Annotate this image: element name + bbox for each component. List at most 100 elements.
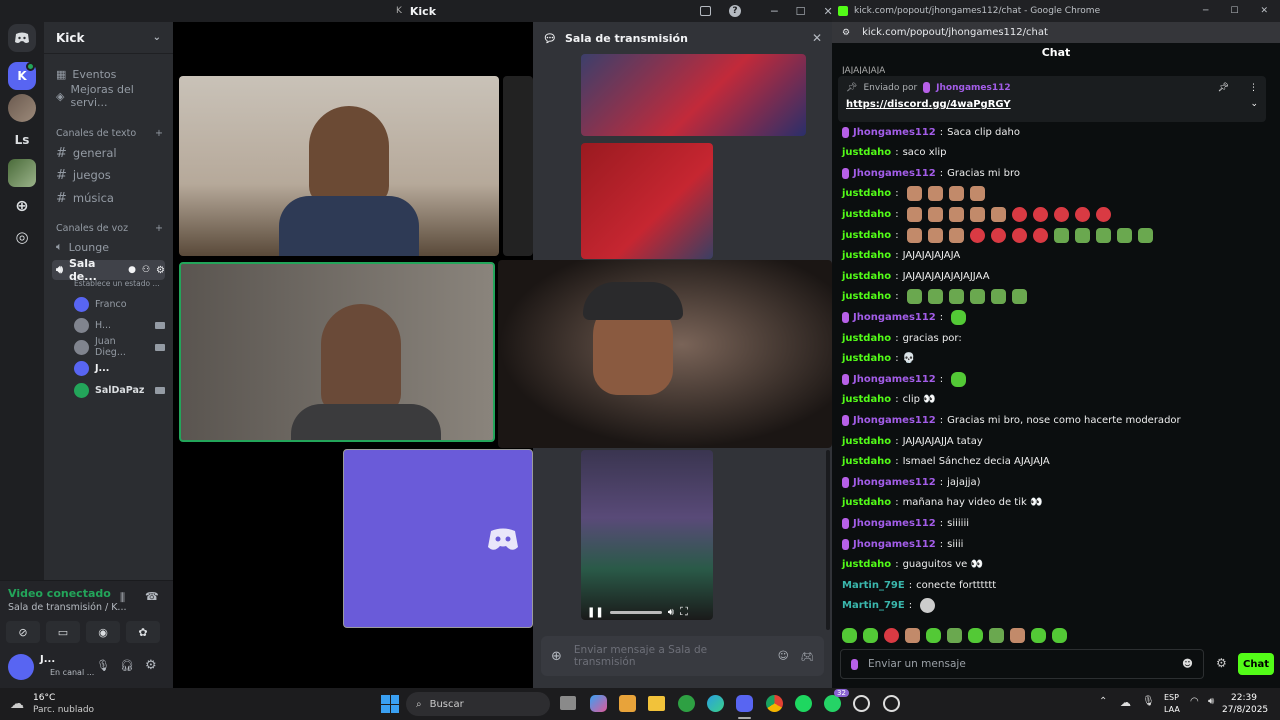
emote-icon[interactable] (1010, 628, 1025, 643)
chat-message[interactable]: Jhongames112: Saca clip daho (842, 124, 1020, 140)
explore-icon[interactable]: ◎ (8, 223, 36, 251)
fullscreen-icon[interactable]: ⛶ (680, 605, 688, 619)
category-voice[interactable]: Canales de voz + (56, 223, 163, 234)
user-name[interactable]: J... (40, 654, 55, 665)
video-tile-camoff[interactable] (343, 449, 533, 628)
chat-message[interactable]: Jhongames112: (842, 309, 968, 325)
wifi-icon[interactable]: ◠ (1190, 696, 1199, 707)
xbox-icon[interactable] (678, 695, 695, 712)
clock-date[interactable]: 27/8/2025 (1222, 705, 1268, 715)
video-tile-1[interactable] (179, 76, 499, 256)
channel-eventos[interactable]: ▦ Eventos (52, 64, 165, 84)
chat-message[interactable]: justdaho: gracias por: (842, 330, 962, 346)
address-bar[interactable]: ⚙ kick.com/popout/jhongames112/chat (832, 22, 1280, 43)
stream-thumb-2[interactable] (581, 143, 713, 259)
video-tile-speaking[interactable] (179, 262, 495, 442)
chat-username[interactable]: justdaho (842, 436, 891, 447)
chat-username[interactable]: Jhongames112 (853, 477, 936, 488)
chat-message[interactable]: justdaho: mañana hay video de tik 👀 (842, 495, 1042, 511)
emoji-icon[interactable]: ☺ (778, 650, 789, 662)
chat-message[interactable]: justdaho: 💀 (842, 351, 915, 367)
chat-username[interactable]: justdaho (842, 291, 891, 302)
chat-message[interactable]: Martin_79E: conecte fortttttt (842, 577, 996, 593)
url-text[interactable]: kick.com/popout/jhongames112/chat (862, 27, 1048, 38)
chat-username[interactable]: justdaho (842, 353, 891, 364)
add-server-icon[interactable]: ⊕ (8, 191, 36, 219)
server-avatar-4[interactable] (8, 159, 36, 187)
whatsapp-icon[interactable] (824, 695, 841, 712)
chat-username[interactable]: Jhongames112 (853, 312, 936, 323)
chat-username[interactable]: justdaho (842, 250, 891, 261)
settings-icon[interactable]: ⚙ (145, 658, 157, 673)
gamepad-icon[interactable]: 🎮︎ (801, 650, 814, 663)
close-icon[interactable]: ✕ (1260, 6, 1268, 16)
voice-activity-icon[interactable]: ⫼ (120, 591, 125, 605)
pinned-link[interactable]: https://discord.gg/4waPgRGY (846, 99, 1011, 110)
discord-taskbar-icon[interactable] (736, 695, 753, 712)
explorer-icon[interactable] (648, 696, 665, 711)
pinned-user[interactable]: Jhongames112 (936, 83, 1011, 93)
help-icon[interactable]: ? (729, 5, 741, 17)
avatar[interactable] (8, 654, 34, 680)
soundboard-button[interactable]: ✿ (126, 621, 160, 643)
chat-username[interactable]: justdaho (842, 333, 891, 344)
task-view-icon[interactable] (560, 696, 576, 710)
chat-username[interactable]: Jhongames112 (853, 415, 936, 426)
video-tile-2[interactable] (503, 76, 533, 256)
chat-message[interactable]: justdaho: JAJAJAJAJAJAJAJJAA (842, 268, 990, 284)
chat-message[interactable]: justdaho: (842, 206, 1113, 222)
invite-icon[interactable]: ⚇ (142, 265, 150, 275)
server-ls[interactable]: Ls (8, 126, 36, 154)
connection-location[interactable]: Sala de transmisión / K... (8, 602, 127, 613)
chat-username[interactable]: Jhongames112 (853, 518, 936, 529)
chat-message[interactable]: justdaho: saco xlip (842, 145, 947, 161)
emote-picker-icon[interactable]: ☻ (1182, 658, 1193, 670)
emote-icon[interactable] (842, 628, 857, 643)
gear-icon[interactable]: ⚙ (156, 265, 165, 276)
more-icon[interactable]: ⋮ (1249, 83, 1258, 93)
weather-temp[interactable]: 16°C (33, 693, 55, 703)
channel-sala[interactable]: 🔊︎ Sala de... ● ⚇ ⚙ (52, 257, 165, 283)
chat-username[interactable]: Jhongames112 (853, 127, 936, 138)
chat-username[interactable]: Martin_79E (842, 600, 905, 611)
chrome-icon[interactable] (766, 695, 783, 712)
emote-icon[interactable] (947, 628, 962, 643)
chat-message[interactable]: justdaho: JAJAJAJAJJA tatay (842, 433, 983, 449)
volume-icon[interactable]: 🔊︎ (1208, 696, 1214, 707)
channel-musica[interactable]: # música (52, 188, 165, 208)
weather-icon[interactable]: ☁ (10, 696, 24, 712)
chat-message[interactable]: justdaho: Ismael Sánchez decia AJAJAJA (842, 454, 1050, 470)
headphones-icon[interactable]: 🎧︎ (120, 659, 134, 672)
chat-message[interactable]: justdaho: JAJAJAJAJAJA (842, 248, 960, 264)
voice-user[interactable]: Juan Dieg... (74, 336, 165, 358)
screen-share-video[interactable] (498, 260, 832, 448)
chat-username[interactable]: justdaho (842, 271, 891, 282)
app-icon[interactable] (883, 695, 900, 712)
store-icon[interactable] (619, 695, 636, 712)
voice-user[interactable]: J... (74, 358, 165, 378)
maximize-icon[interactable]: ☐ (796, 5, 806, 18)
chat-username[interactable]: justdaho (842, 497, 891, 508)
chat-username[interactable]: justdaho (842, 559, 891, 570)
minimize-icon[interactable]: ─ (771, 5, 778, 18)
clock-time[interactable]: 22:39 (1231, 693, 1257, 703)
channel-juegos[interactable]: # juegos (52, 165, 165, 185)
chat-message[interactable]: justdaho: (842, 186, 987, 202)
chat-message[interactable]: Jhongames112: Gracias mi bro (842, 165, 1020, 181)
chat-message[interactable]: justdaho: (842, 289, 1029, 305)
chat-message[interactable]: Jhongames112: siiii (842, 536, 963, 552)
screen-share-button[interactable]: ▭ (46, 621, 80, 643)
add-channel-icon[interactable]: + (155, 223, 163, 234)
site-info-icon[interactable]: ⚙ (842, 28, 850, 38)
voice-status[interactable]: Establece un estado ... (74, 279, 160, 288)
discord-home-icon[interactable] (8, 24, 36, 52)
chat-username[interactable]: justdaho (842, 188, 891, 199)
emote-icon[interactable] (905, 628, 920, 643)
voice-user[interactable]: SalDaPaz (74, 380, 165, 400)
chat-message[interactable]: Jhongames112: Gracias mi bro, nose como h… (842, 412, 1181, 428)
emote-icon[interactable] (989, 628, 1004, 643)
category-text[interactable]: Canales de texto + (56, 128, 163, 139)
onedrive-icon[interactable]: ☁ (1120, 696, 1131, 709)
emote-icon[interactable] (1031, 628, 1046, 643)
chat-username[interactable]: justdaho (842, 394, 891, 405)
